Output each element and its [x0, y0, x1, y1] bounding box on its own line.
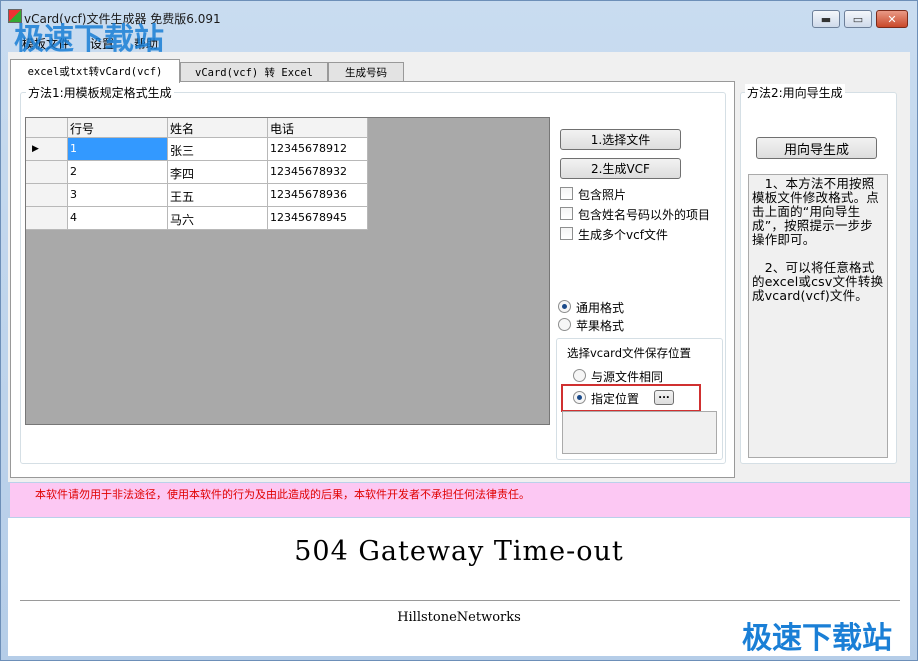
grid-cell[interactable]: 1 — [68, 138, 168, 161]
grid-cell[interactable]: 12345678945 — [268, 207, 368, 230]
minimize-button[interactable]: ▬ — [812, 10, 840, 28]
custom-location-radio[interactable] — [573, 391, 586, 404]
generate-vcf-button[interactable]: 2.生成VCF — [560, 158, 681, 179]
help-text-2: 2、可以将任意格式的excel或csv文件转换成vcard(vcf)文件。 — [752, 260, 884, 303]
tab-generate-numbers[interactable]: 生成号码 — [328, 62, 404, 82]
data-grid[interactable]: 行号 姓名 电话 ▶ 1 张三 12345678912 2 李四 1234567… — [25, 117, 550, 425]
grid-corner — [26, 118, 68, 138]
generic-format-radio[interactable] — [558, 300, 571, 313]
watermark-bottom: 极速下载站 — [742, 621, 892, 656]
legal-warning: 本软件请勿用于非法途径，使用本软件的行为及由此造成的后果，本软件开发者不承担任何… — [10, 483, 910, 517]
grid-cell[interactable]: 王五 — [168, 184, 268, 207]
grid-cell[interactable]: 3 — [68, 184, 168, 207]
tab-vcard-to-excel[interactable]: vCard(vcf) 转 Excel — [180, 62, 328, 82]
grid-cell[interactable]: 12345678932 — [268, 161, 368, 184]
save-path-box[interactable] — [562, 411, 717, 454]
radio-selected-dot — [577, 395, 582, 400]
generic-format-label: 通用格式 — [576, 301, 625, 315]
include-extra-fields-label: 包含姓名号码以外的项目 — [578, 208, 711, 222]
apple-format-radio[interactable] — [558, 318, 571, 331]
wizard-button[interactable]: 用向导生成 — [756, 137, 877, 159]
same-as-source-label: 与源文件相同 — [591, 370, 664, 384]
grid-row-header[interactable] — [26, 207, 68, 230]
grid-cell[interactable]: 马六 — [168, 207, 268, 230]
apple-format-label: 苹果格式 — [576, 319, 625, 333]
grid-cell[interactable]: 张三 — [168, 138, 268, 161]
multiple-vcf-checkbox[interactable] — [560, 227, 573, 240]
select-file-button[interactable]: 1.选择文件 — [560, 129, 681, 150]
custom-location-label: 指定位置 — [591, 392, 640, 406]
close-button[interactable]: ✕ — [876, 10, 908, 28]
grid-row-header[interactable] — [26, 184, 68, 207]
grid-row-header[interactable]: ▶ — [26, 138, 68, 161]
grid-row-header[interactable] — [26, 161, 68, 184]
browse-button[interactable]: ... — [654, 390, 674, 405]
grid-header-row-number[interactable]: 行号 — [68, 118, 168, 138]
multiple-vcf-label: 生成多个vcf文件 — [578, 228, 668, 242]
include-photo-checkbox[interactable] — [560, 187, 573, 200]
error-divider — [20, 600, 900, 601]
grid-cell[interactable]: 2 — [68, 161, 168, 184]
grid-header-name[interactable]: 姓名 — [168, 118, 268, 138]
radio-selected-dot — [562, 304, 567, 309]
grid-cell[interactable]: 12345678936 — [268, 184, 368, 207]
grid-header-phone[interactable]: 电话 — [268, 118, 368, 138]
grid-cell[interactable]: 4 — [68, 207, 168, 230]
maximize-button[interactable]: ▭ — [844, 10, 872, 28]
same-as-source-radio[interactable] — [573, 369, 586, 382]
tab-excel-to-vcard[interactable]: excel或txt转vCard(vcf) — [10, 59, 180, 83]
grid-cell[interactable]: 12345678912 — [268, 138, 368, 161]
watermark-top: 极速下载站 — [14, 22, 164, 57]
grid-cell[interactable]: 李四 — [168, 161, 268, 184]
help-text-1: 1、本方法不用按照模板文件修改格式。点击上面的“用向导生成”，按照提示一步步操作… — [752, 176, 880, 247]
help-text-box: 1、本方法不用按照模板文件修改格式。点击上面的“用向导生成”，按照提示一步步操作… — [748, 174, 888, 458]
include-photo-label: 包含照片 — [578, 188, 627, 202]
method1-title: 方法1:用模板规定格式生成 — [26, 84, 174, 101]
include-extra-fields-checkbox[interactable] — [560, 207, 573, 220]
method2-title: 方法2:用向导生成 — [745, 84, 845, 101]
error-title: 504 Gateway Time-out — [294, 536, 624, 567]
save-location-title: 选择vcard文件保存位置 — [565, 345, 694, 361]
help-spacer — [752, 247, 884, 261]
